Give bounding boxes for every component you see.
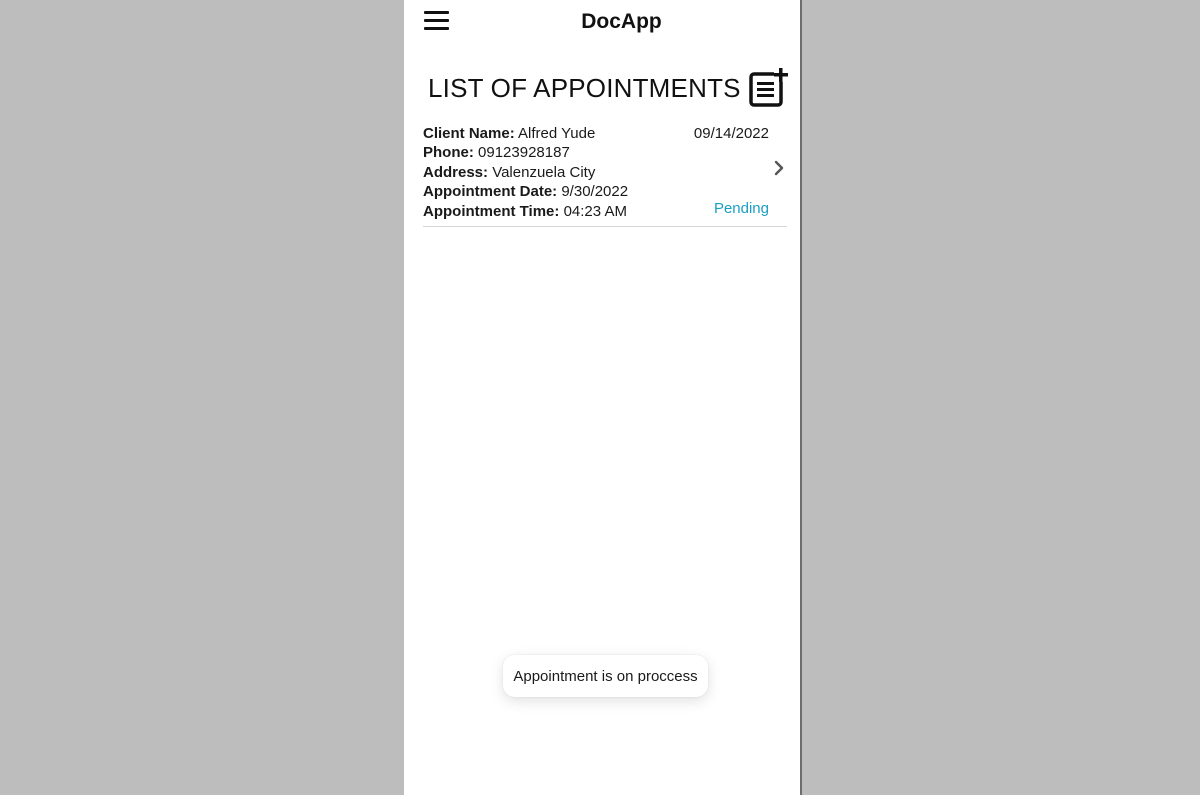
page-title: LIST OF APPOINTMENTS bbox=[428, 73, 741, 103]
appointment-time-value: 04:23 AM bbox=[563, 203, 627, 220]
client-name-label: Client Name: bbox=[423, 125, 515, 142]
address-row: Address: Valenzuela City bbox=[423, 164, 595, 181]
created-date: 09/14/2022 bbox=[693, 125, 769, 142]
appointment-time-label: Appointment Time: bbox=[423, 203, 560, 220]
phone-label: Phone: bbox=[423, 144, 474, 161]
appointment-time-row: Appointment Time: 04:23 AM bbox=[423, 203, 627, 220]
app-title: DocApp bbox=[581, 10, 662, 33]
address-value: Valenzuela City bbox=[492, 164, 596, 181]
status-badge: Pending bbox=[713, 200, 769, 217]
address-label: Address: bbox=[423, 164, 489, 181]
app-screen: DocApp LIST OF APPOINTMENTS Client Name:… bbox=[404, 0, 802, 795]
chevron-right-icon[interactable] bbox=[773, 160, 785, 176]
appointment-date-value: 9/30/2022 bbox=[561, 183, 629, 200]
phone-value: 09123928187 bbox=[478, 144, 570, 161]
appointment-date-row: Appointment Date: 9/30/2022 bbox=[423, 183, 628, 200]
client-name-row: Client Name: Alfred Yude bbox=[423, 125, 595, 142]
add-note-icon[interactable] bbox=[748, 67, 788, 109]
appointment-date-label: Appointment Date: bbox=[423, 183, 558, 200]
phone-row: Phone: 09123928187 bbox=[423, 144, 570, 161]
appointment-card[interactable]: Client Name: Alfred Yude Phone: 09123928… bbox=[423, 122, 787, 227]
toast-message: Appointment is on proccess bbox=[503, 655, 708, 697]
client-name-value: Alfred Yude bbox=[518, 125, 596, 142]
